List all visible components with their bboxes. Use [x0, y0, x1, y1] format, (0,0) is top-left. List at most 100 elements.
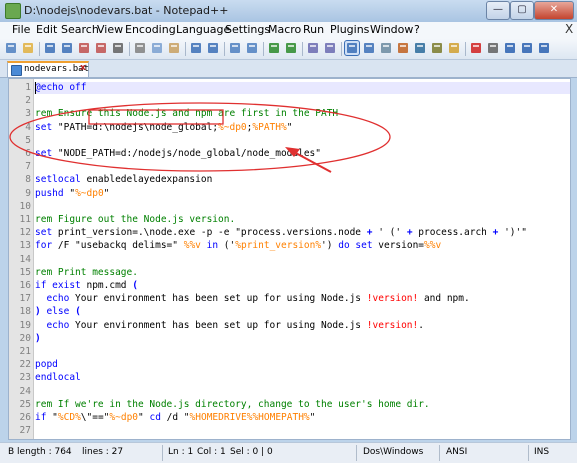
- text-caret: [35, 82, 36, 94]
- code-token: %PATH%: [252, 121, 287, 133]
- code-token: ): [35, 306, 47, 318]
- doc-map-icon[interactable]: [413, 41, 427, 55]
- status-lines: lines : 27: [82, 447, 124, 457]
- line-number: 13: [19, 240, 31, 252]
- code-token: Your environment has been set up for usi…: [75, 293, 367, 305]
- paste-icon[interactable]: [167, 41, 181, 55]
- line-number: 10: [19, 200, 31, 212]
- redo-icon[interactable]: [206, 41, 220, 55]
- code-token: /d ": [166, 412, 190, 423]
- copy-icon[interactable]: [150, 41, 164, 55]
- code-token: popd: [35, 359, 58, 371]
- code-line[interactable]: rem If we're in the Node.js directory, c…: [35, 399, 430, 410]
- zoom-in-icon[interactable]: [267, 41, 281, 55]
- menu-window[interactable]: Window: [370, 23, 413, 36]
- menu-run[interactable]: Run: [303, 23, 324, 36]
- menu-view[interactable]: View: [97, 23, 123, 36]
- code-line[interactable]: if exist npm.cmd (: [35, 280, 138, 291]
- saved-file-icon: [11, 65, 22, 76]
- indent-guide-icon[interactable]: [379, 41, 393, 55]
- play-macro-icon[interactable]: [503, 41, 517, 55]
- code-line[interactable]: for /F "usebackq delims=" %%v in ('%prin…: [35, 240, 441, 251]
- code-line[interactable]: ): [35, 333, 41, 344]
- open-file-icon[interactable]: [21, 41, 35, 55]
- code-line[interactable]: pushd "%~dp0": [35, 188, 109, 199]
- code-line[interactable]: setlocal enabledelayedexpansion: [35, 174, 212, 185]
- word-wrap-icon[interactable]: [344, 40, 360, 56]
- show-all-chars-icon[interactable]: [362, 41, 376, 55]
- code-line[interactable]: rem Ensure this Node.js and npm are firs…: [35, 108, 338, 119]
- undo-icon[interactable]: [189, 41, 203, 55]
- annotation-overlay: [9, 102, 391, 173]
- code-token: ' (': [372, 227, 407, 239]
- code-line[interactable]: rem Figure out the Node.js version.: [35, 214, 235, 225]
- line-number: 8: [25, 174, 31, 186]
- line-number: 20: [19, 332, 31, 344]
- close-window-button[interactable]: ✕: [534, 1, 574, 20]
- stop-record-icon[interactable]: [486, 41, 500, 55]
- status-divider: [439, 445, 440, 461]
- save-icon[interactable]: [43, 41, 57, 55]
- code-line[interactable]: echo Your environment has been set up fo…: [35, 320, 424, 331]
- code-token: Your environment has been set up for usi…: [75, 319, 367, 331]
- new-file-icon[interactable]: [4, 41, 18, 55]
- code-line[interactable]: endlocal: [35, 372, 81, 383]
- maximize-button[interactable]: ▢: [510, 1, 534, 20]
- function-list-icon[interactable]: [430, 41, 444, 55]
- toolbar-separator: [302, 42, 303, 56]
- line-number: 19: [19, 319, 31, 331]
- replace-icon[interactable]: [245, 41, 259, 55]
- code-line[interactable]: echo Your environment has been set up fo…: [35, 293, 469, 305]
- status-col: Col : 1: [197, 447, 226, 457]
- zoom-out-icon[interactable]: [284, 41, 298, 55]
- user-language-icon[interactable]: [396, 41, 410, 55]
- code-line[interactable]: set print_version=.\node.exe -p -e "proc…: [35, 227, 527, 238]
- line-number: 22: [19, 359, 31, 371]
- save-all-icon[interactable]: [60, 41, 74, 55]
- code-line[interactable]: if "%CD%\"=="%~dp0" cd /d "%HOMEDRIVE%%H…: [35, 412, 315, 423]
- print-icon[interactable]: [111, 41, 125, 55]
- menu-plugins[interactable]: Plugins: [330, 23, 369, 36]
- code-line[interactable]: @echo off: [35, 82, 86, 93]
- menu-language[interactable]: Language: [176, 23, 230, 36]
- code-token: if: [35, 412, 53, 423]
- code-line[interactable]: rem Print message.: [35, 267, 138, 278]
- sync-vertical-icon[interactable]: [306, 41, 320, 55]
- menu-settings[interactable]: Settings: [225, 23, 270, 36]
- tab-nodevars[interactable]: nodevars.bat x: [7, 61, 89, 77]
- editor-pane[interactable]: 1 @echo off 2 3 rem Ensure this Node.js and …: [8, 78, 571, 440]
- notepadpp-app-icon: [5, 3, 21, 19]
- folder-workspace-icon[interactable]: [447, 41, 461, 55]
- menu-encoding[interactable]: Encoding: [125, 23, 176, 36]
- toolbar-separator: [465, 42, 466, 56]
- code-line[interactable]: set "NODE_PATH=d:/nodejs/node_global/nod…: [35, 148, 321, 159]
- code-line[interactable]: ) else (: [35, 306, 81, 317]
- run-macro-multiple-icon[interactable]: [520, 41, 534, 55]
- minimize-button[interactable]: —: [486, 1, 510, 20]
- code-line[interactable]: set "PATH=d:\nodejs\node_global;%~dp0;%P…: [35, 122, 292, 133]
- code-token: enabledelayedexpansion: [86, 174, 213, 186]
- code-token: "NODE_PATH=d:/nodejs/node_global/node_mo…: [57, 148, 321, 159]
- close-icon[interactable]: [77, 41, 91, 55]
- menu-macro[interactable]: Macro: [268, 23, 301, 36]
- toolbar-separator: [263, 42, 264, 56]
- close-all-icon[interactable]: [94, 41, 108, 55]
- menu-edit[interactable]: Edit: [36, 23, 57, 36]
- code-token: (': [223, 240, 236, 252]
- code-token: ": [138, 412, 150, 423]
- menu-help[interactable]: ?: [414, 23, 420, 36]
- sync-horizontal-icon[interactable]: [323, 41, 337, 55]
- tab-close-button[interactable]: x: [80, 63, 86, 73]
- code-line[interactable]: popd: [35, 359, 58, 370]
- code-token: for: [35, 240, 58, 252]
- menu-search[interactable]: Search: [61, 23, 99, 36]
- code-token: %~dp0: [75, 187, 104, 199]
- close-document-button[interactable]: X: [565, 22, 573, 36]
- line-number: 14: [19, 253, 31, 265]
- menu-file[interactable]: File: [12, 23, 30, 36]
- save-macro-icon[interactable]: [537, 41, 551, 55]
- record-macro-icon[interactable]: [469, 41, 483, 55]
- code-token: ): [35, 332, 41, 344]
- find-icon[interactable]: [228, 41, 242, 55]
- cut-icon[interactable]: [133, 41, 147, 55]
